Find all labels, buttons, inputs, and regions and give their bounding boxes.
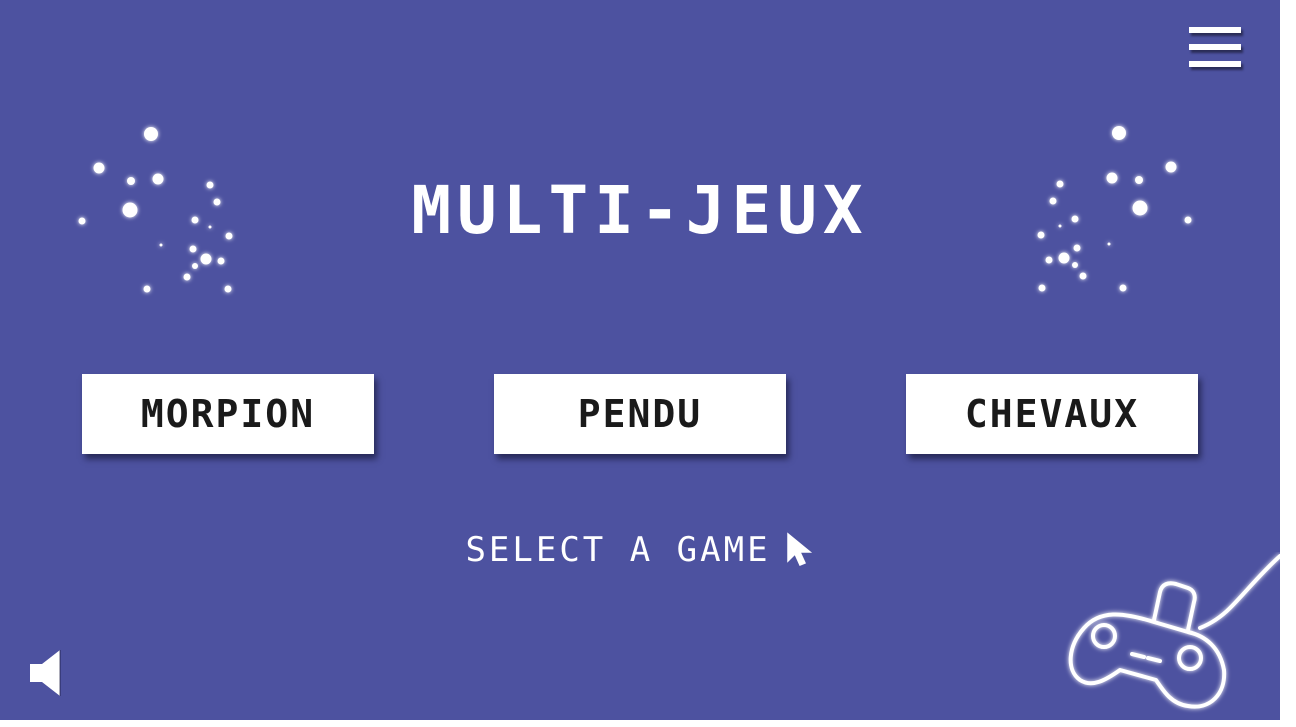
hamburger-menu-icon[interactable]: [1187, 27, 1243, 73]
mouse-pointer-icon: [786, 532, 812, 566]
menu-bar-middle: [1189, 44, 1241, 50]
morpion-button[interactable]: MORPION: [82, 374, 374, 454]
menu-bar-top: [1189, 27, 1241, 33]
chevaux-button[interactable]: CHEVAUX: [906, 374, 1198, 454]
select-game-label: SELECT A GAME: [465, 530, 771, 570]
speaker-icon[interactable]: [26, 646, 66, 700]
game-menu-screen: MULTI-JEUX MORPION PENDU CHEVAUX SELECT …: [0, 0, 1280, 720]
gamepad-icon: [1068, 554, 1280, 709]
page-title: MULTI-JEUX: [411, 172, 869, 249]
pendu-button[interactable]: PENDU: [494, 374, 786, 454]
menu-bar-bottom: [1189, 61, 1241, 67]
